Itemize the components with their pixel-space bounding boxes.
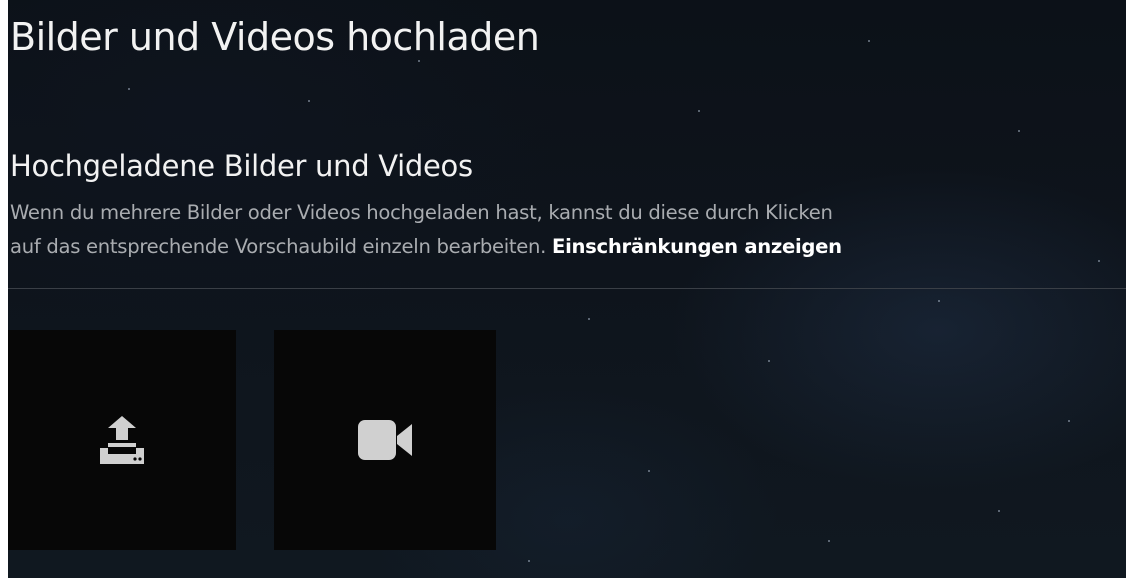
description-line-2-text: auf das entsprechende Vorschaubild einze…	[10, 235, 547, 258]
description-line-2: auf das entsprechende Vorschaubild einze…	[10, 230, 1126, 264]
video-camera-icon	[358, 420, 412, 460]
show-restrictions-link[interactable]: Einschränkungen anzeigen	[552, 235, 842, 258]
section-description: Wenn du mehrere Bilder oder Videos hochg…	[10, 196, 1126, 264]
page-title: Bilder und Videos hochladen	[10, 15, 540, 59]
section-divider	[8, 288, 1126, 289]
upload-tile[interactable]	[8, 330, 236, 550]
upload-panel: Bilder und Videos hochladen Hochgeladene…	[8, 0, 1126, 578]
section-title: Hochgeladene Bilder und Videos	[10, 149, 473, 183]
upload-icon	[100, 416, 144, 464]
description-line-1: Wenn du mehrere Bilder oder Videos hochg…	[10, 201, 833, 224]
video-tile[interactable]	[274, 330, 496, 550]
